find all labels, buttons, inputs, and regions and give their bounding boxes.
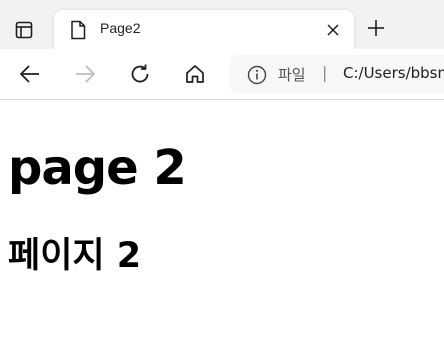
home-icon (186, 65, 204, 83)
page-icon (68, 19, 88, 41)
browser-toolbar: 파일 | C:/Users/bbsm (0, 49, 444, 100)
refresh-button[interactable] (125, 59, 155, 89)
tab-title: Page2 (100, 20, 141, 36)
new-tab-button[interactable] (362, 14, 390, 42)
page-heading: page 2 (8, 140, 187, 196)
forward-button[interactable] (70, 59, 100, 89)
page-content: page 2 페이지 2 (0, 100, 444, 344)
tab-actions-icon (15, 21, 33, 39)
home-button[interactable] (180, 59, 210, 89)
tab-actions-button[interactable] (8, 14, 40, 46)
plus-icon (368, 20, 384, 36)
refresh-icon (131, 64, 149, 83)
address-url[interactable]: C:/Users/bbsm (343, 64, 444, 82)
close-tab-button[interactable] (322, 19, 344, 41)
forward-icon (76, 65, 95, 83)
close-icon (327, 24, 339, 36)
tab-page2[interactable]: Page2 (54, 10, 354, 49)
address-scheme-label: 파일 (278, 66, 306, 84)
tab-strip: Page2 (0, 0, 444, 49)
address-bar[interactable]: 파일 | C:/Users/bbsm (230, 55, 444, 93)
info-icon[interactable] (246, 64, 268, 86)
page-subheading: 페이지 2 (8, 236, 142, 276)
back-button[interactable] (15, 59, 45, 89)
back-icon (20, 65, 39, 83)
address-separator: | (322, 63, 328, 82)
